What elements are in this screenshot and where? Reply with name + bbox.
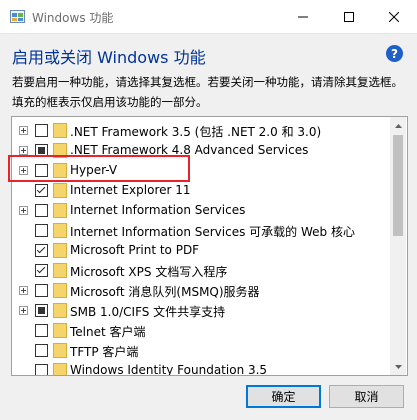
feature-checkbox-iis[interactable] [35, 204, 48, 217]
expand-icon[interactable] [19, 286, 28, 295]
feature-label: Internet Explorer 11 [70, 183, 191, 197]
feature-row-iis[interactable]: Internet Information Services [12, 201, 392, 221]
help-icon[interactable]: ? [386, 45, 403, 62]
feature-label: Telnet 客户端 [70, 325, 146, 339]
scroll-up-button[interactable] [390, 117, 406, 134]
folder-icon [53, 223, 67, 238]
windows-features-app-icon [10, 10, 25, 23]
feature-checkbox-ie11[interactable] [35, 184, 48, 197]
feature-label: .NET Framework 3.5 (包括 .NET 2.0 和 3.0) [70, 125, 322, 139]
title-bar: Windows 功能 [0, 0, 417, 34]
minimize-icon [298, 16, 308, 17]
feature-row-msmq[interactable]: Microsoft 消息队列(MSMQ)服务器 [12, 281, 392, 301]
feature-row-tftp[interactable]: TFTP 客户端 [12, 341, 392, 361]
expand-icon[interactable] [19, 306, 28, 315]
folder-icon [53, 123, 67, 138]
folder-icon [53, 303, 67, 318]
expand-icon[interactable] [19, 126, 28, 135]
feature-label: Microsoft XPS 文档写入程序 [70, 265, 228, 279]
folder-icon [53, 183, 67, 198]
feature-label: Windows Identity Foundation 3.5 [70, 363, 268, 376]
scroll-down-button[interactable] [390, 358, 406, 375]
feature-label: Internet Information Services [70, 203, 246, 217]
folder-icon [53, 283, 67, 298]
minimize-button[interactable] [280, 0, 326, 33]
arrow-down-icon [394, 364, 402, 369]
feature-checkbox-wif35[interactable] [35, 364, 48, 375]
arrow-up-icon [394, 123, 402, 128]
maximize-button[interactable] [326, 0, 372, 33]
close-button[interactable] [371, 0, 417, 33]
dialog-heading: 启用或关闭 Windows 功能 [12, 48, 206, 67]
maximize-icon [344, 11, 354, 22]
feature-checkbox-smb1[interactable] [35, 304, 48, 317]
hyper-v-highlight-box [8, 155, 190, 182]
feature-checkbox-xps-writer[interactable] [35, 264, 48, 277]
expand-icon[interactable] [19, 146, 28, 155]
features-scrollbar[interactable] [390, 117, 406, 375]
feature-checkbox-iis-hostable-web-core[interactable] [35, 224, 48, 237]
dialog-description: 若要启用一种功能，请选择其复选框。若要关闭一种功能，请清除其复选框。填充的框表示… [12, 75, 403, 109]
folder-icon [53, 243, 67, 258]
feature-row-iis-hostable-web-core[interactable]: Internet Information Services 可承载的 Web 核… [12, 221, 392, 241]
close-icon [389, 11, 399, 22]
scroll-thumb[interactable] [393, 135, 403, 236]
folder-icon [53, 363, 67, 375]
feature-checkbox-msmq[interactable] [35, 284, 48, 297]
feature-checkbox-netfx35[interactable] [35, 124, 48, 137]
feature-row-smb1[interactable]: SMB 1.0/CIFS 文件共享支持 [12, 301, 392, 321]
ok-button[interactable]: 确定 [246, 385, 321, 408]
feature-row-ie11[interactable]: Internet Explorer 11 [12, 181, 392, 201]
expand-icon[interactable] [19, 206, 28, 215]
feature-row-wif35[interactable]: Windows Identity Foundation 3.5 [12, 361, 392, 376]
folder-icon [53, 323, 67, 338]
feature-label: Microsoft 消息队列(MSMQ)服务器 [70, 285, 260, 299]
window-title: Windows 功能 [32, 11, 114, 25]
feature-checkbox-tftp[interactable] [35, 344, 48, 357]
feature-label: Internet Information Services 可承载的 Web 核… [70, 225, 355, 239]
feature-row-xps-writer[interactable]: Microsoft XPS 文档写入程序 [12, 261, 392, 281]
feature-row-print-to-pdf[interactable]: Microsoft Print to PDF [12, 241, 392, 261]
cancel-button[interactable]: 取消 [329, 385, 404, 408]
folder-icon [53, 263, 67, 278]
feature-label: TFTP 客户端 [70, 345, 139, 359]
feature-label: SMB 1.0/CIFS 文件共享支持 [70, 305, 226, 319]
folder-icon [53, 203, 67, 218]
feature-row-telnet[interactable]: Telnet 客户端 [12, 321, 392, 341]
feature-checkbox-telnet[interactable] [35, 324, 48, 337]
feature-row-netfx35[interactable]: .NET Framework 3.5 (包括 .NET 2.0 和 3.0) [12, 121, 392, 141]
feature-checkbox-print-to-pdf[interactable] [35, 244, 48, 257]
folder-icon [53, 343, 67, 358]
feature-label: Microsoft Print to PDF [70, 243, 200, 257]
